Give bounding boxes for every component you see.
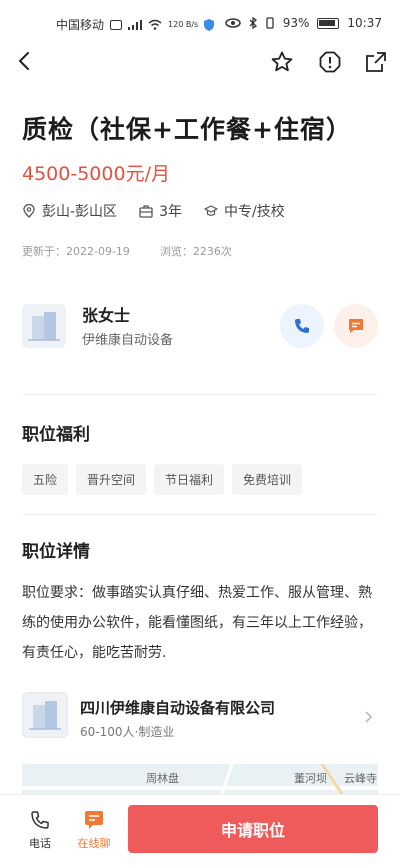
eye-icon xyxy=(224,18,241,28)
carrier-label: 中国移动 xyxy=(56,18,105,32)
battery-icon xyxy=(317,17,340,29)
recruiter-company: 伊维康自动设备 xyxy=(82,333,174,348)
job-meta: 彭山-彭山区 3年 中专/技校 xyxy=(22,201,307,221)
wifi-icon xyxy=(148,19,162,30)
clock: 10:37 xyxy=(347,16,382,30)
map-preview[interactable]: 周林盘 董河坝 云峰寺 xyxy=(22,764,378,794)
chat-label: 在线聊 xyxy=(77,837,111,850)
map-place: 周林盘 xyxy=(146,772,179,785)
map-place: 云峰寺 xyxy=(344,772,377,785)
nav-bar xyxy=(0,46,400,76)
graduation-cap-icon xyxy=(204,205,218,216)
recruiter-card: 张女士 伊维康自动设备 xyxy=(22,300,378,356)
chat-icon xyxy=(85,811,103,829)
benefit-tag: 晋升空间 xyxy=(76,464,147,495)
experience-item: 3年 xyxy=(139,201,182,221)
phone-icon xyxy=(31,811,49,829)
call-button[interactable] xyxy=(280,304,324,348)
hd-icon xyxy=(110,19,123,30)
network-speed: 120 B/s xyxy=(168,19,199,29)
building-icon xyxy=(29,701,61,730)
education-text: 中专/技校 xyxy=(223,204,285,220)
benefit-tags: 五险 晋升空间 节日福利 免费培训 xyxy=(22,464,303,495)
job-salary: 4500-5000元/月 xyxy=(22,163,170,185)
vibrate-icon xyxy=(266,17,274,29)
company-name: 四川伊维康自动设备有限公司 xyxy=(80,699,276,717)
job-description: 职位要求：做事踏实认真仔细、热爱工作、服从管理、熟练的使用办公软件，能看懂图纸，… xyxy=(22,585,372,661)
report-icon[interactable] xyxy=(318,50,342,74)
chat-button[interactable] xyxy=(334,304,378,348)
benefit-tag: 节日福利 xyxy=(154,464,225,495)
apply-button[interactable]: 申请职位 xyxy=(128,805,378,853)
phone-icon xyxy=(295,319,309,333)
status-right: 93% 10:37 xyxy=(224,16,382,30)
benefit-tag: 免费培训 xyxy=(232,464,303,495)
divider xyxy=(22,514,378,515)
favorite-star-icon[interactable] xyxy=(270,50,294,74)
recruiter-name: 张女士 xyxy=(82,306,131,325)
battery-percent: 93% xyxy=(282,16,310,30)
updated-date: 更新于：2022-09-19 xyxy=(22,245,130,258)
bottom-action-bar: 电话 在线聊 申请职位 xyxy=(0,794,400,866)
company-info: 60-100人·制造业 xyxy=(80,725,175,739)
status-bar: 中国移动 120 B/s 93% 10:37 xyxy=(0,0,400,46)
chat-icon xyxy=(349,319,363,333)
call-label: 电话 xyxy=(29,837,51,850)
location-text: 彭山-彭山区 xyxy=(42,204,118,220)
company-card[interactable]: 四川伊维康自动设备有限公司 60-100人·制造业 xyxy=(22,690,378,748)
divider xyxy=(22,394,378,395)
view-count: 浏览：2236次 xyxy=(159,245,232,258)
briefcase-icon xyxy=(139,205,153,218)
signal-icon xyxy=(128,19,143,30)
recruiter-avatar xyxy=(22,304,66,348)
share-icon[interactable] xyxy=(364,50,388,74)
bluetooth-icon xyxy=(249,17,257,29)
location-item: 彭山-彭山区 xyxy=(22,201,117,221)
company-logo xyxy=(22,692,68,738)
job-stats: 更新于：2022-09-19 浏览：2236次 xyxy=(22,243,232,259)
job-title: 质检（社保+工作餐+住宿） xyxy=(22,115,352,144)
status-left: 中国移动 120 B/s xyxy=(56,16,215,33)
building-icon xyxy=(28,312,60,341)
back-icon[interactable] xyxy=(14,50,36,72)
benefits-title: 职位福利 xyxy=(22,425,90,445)
shield-icon xyxy=(204,18,215,31)
chevron-right-icon xyxy=(365,711,373,723)
location-pin-icon xyxy=(23,204,35,218)
details-title: 职位详情 xyxy=(22,542,90,562)
experience-text: 3年 xyxy=(159,204,182,220)
map-place: 董河坝 xyxy=(294,772,327,785)
benefit-tag: 五险 xyxy=(22,464,69,495)
education-item: 中专/技校 xyxy=(204,201,285,221)
bottom-call-button[interactable]: 电话 xyxy=(20,809,60,851)
bottom-chat-button[interactable]: 在线聊 xyxy=(74,809,114,851)
